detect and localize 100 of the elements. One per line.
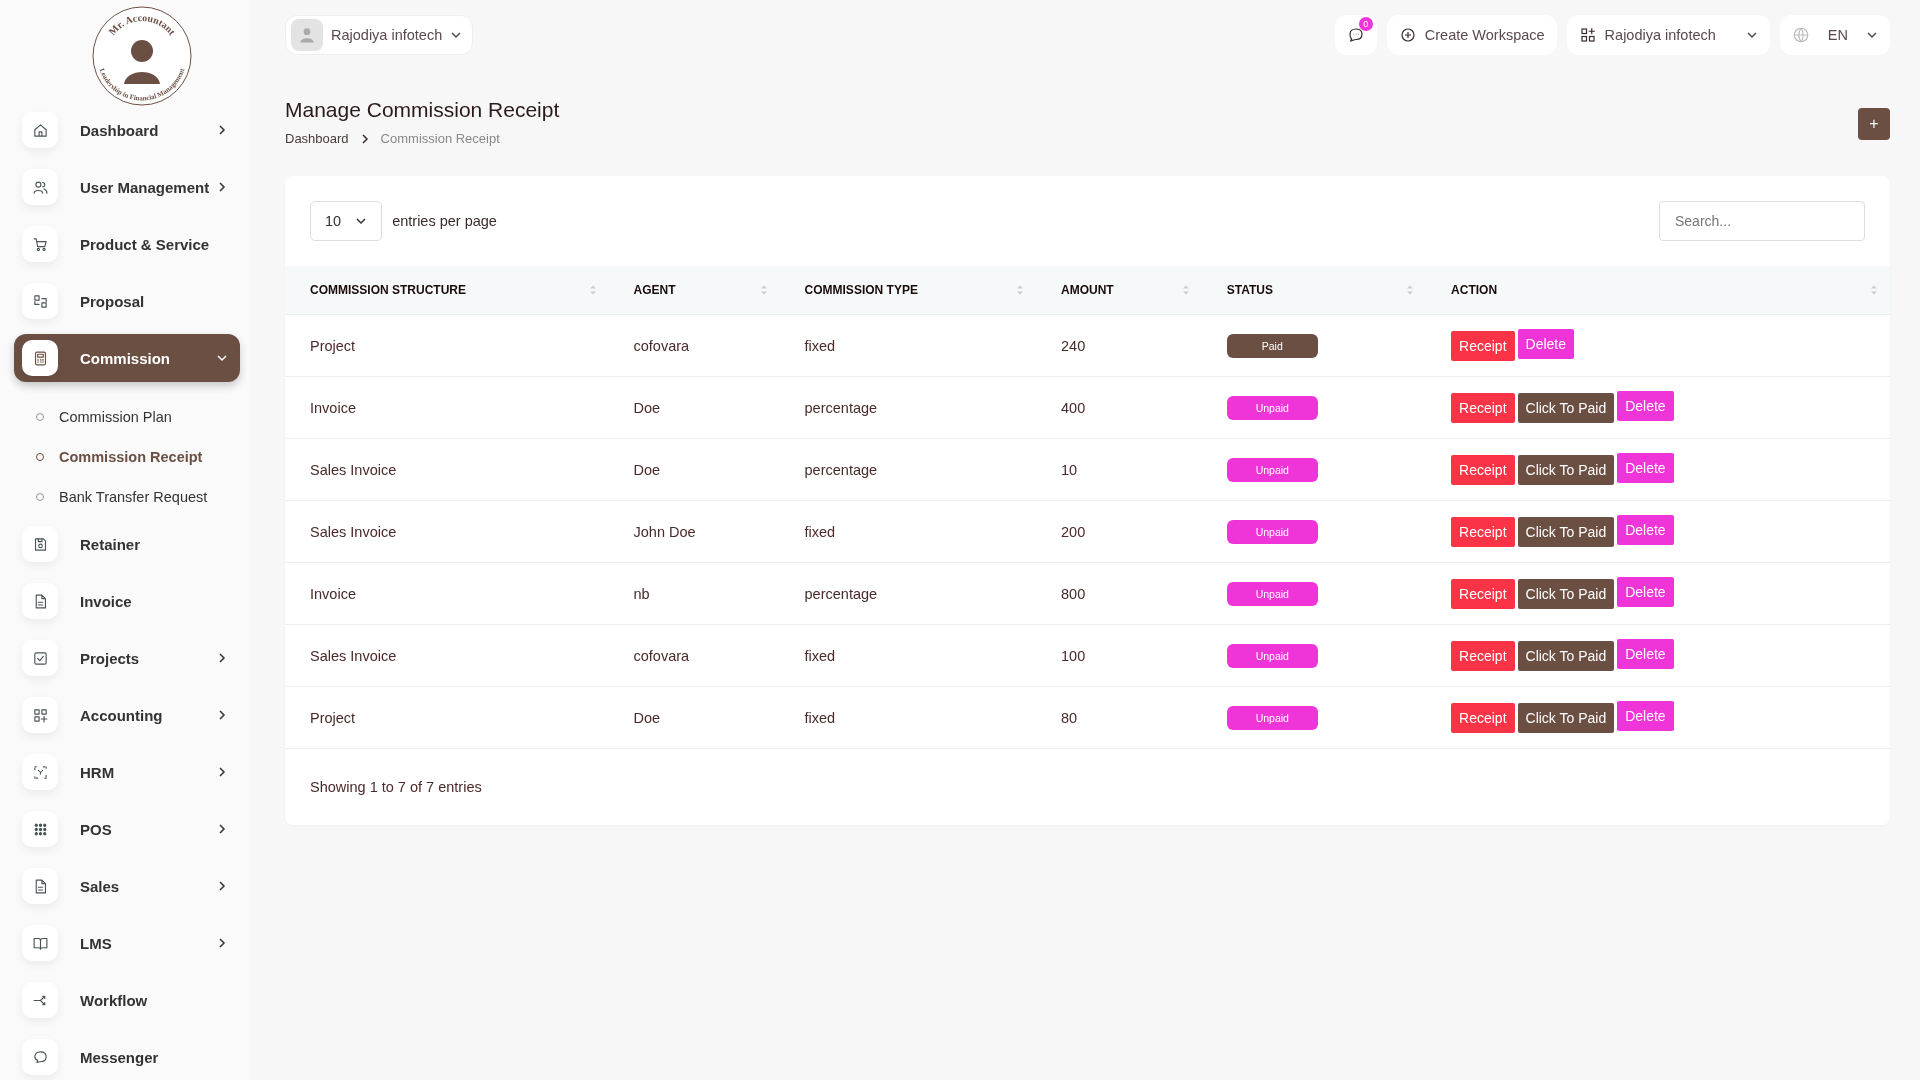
column-header[interactable]: AGENT [633,283,676,297]
page-size-select[interactable]: 10 [310,201,383,241]
receipt-button[interactable]: Receipt [1451,330,1515,361]
table-cell: 240 [1061,337,1086,354]
status-tag: Unpaid [1226,519,1318,544]
pay-button[interactable]: Click To Paid [1517,454,1615,485]
status-tag: Unpaid [1226,643,1318,668]
create-workspace-button[interactable]: Create Workspace [1386,15,1557,55]
chevron-icon [1866,29,1878,41]
sidebar-item[interactable]: Projects [14,640,240,676]
sort-icon[interactable] [1016,284,1024,296]
sidebar-item[interactable]: Workflow [14,982,240,1018]
pay-button[interactable]: Click To Paid [1517,516,1615,547]
table-cell: 80 [1061,709,1078,726]
receipt-button[interactable]: Receipt [1451,702,1515,733]
sort-icon[interactable] [1406,284,1415,296]
chat-icon [31,1048,49,1066]
chevron-icon [216,181,228,193]
sort-icon[interactable] [1870,284,1878,296]
plus-circle-icon [1398,26,1417,44]
chevron-icon [450,29,463,41]
column-header[interactable]: COMMISSION TYPE [804,283,918,297]
pay-button[interactable]: Click To Paid [1517,392,1615,423]
column-header[interactable]: AMOUNT [1061,283,1114,297]
sidebar-item[interactable]: POS [14,811,240,847]
sidebar-item[interactable]: Invoice [14,583,240,619]
home-icon [31,121,49,139]
column-header[interactable]: COMMISSION STRUCTURE [310,283,466,297]
chevron-icon [216,124,228,136]
sort-icon[interactable] [1181,284,1190,296]
pay-button[interactable]: Click To Paid [1517,702,1615,733]
receipt-button[interactable]: Receipt [1451,454,1515,485]
chevron-icon [216,652,228,664]
table-cell: 400 [1061,399,1086,416]
status-tag: Unpaid [1226,457,1318,482]
status-tag: Unpaid [1226,581,1318,606]
user-menu[interactable]: Rajodiya infotech [285,15,474,55]
chevron-icon [216,823,228,835]
workspace-menu[interactable]: Rajodiya infotech [1566,15,1770,55]
table-cell: nb [633,585,650,602]
receipt-button[interactable]: Receipt [1451,392,1515,423]
sidebar-item[interactable]: Dashboard [14,112,240,148]
table-cell: John Doe [633,523,696,540]
status-tag: Paid [1226,333,1318,358]
table-cell: Project [310,337,356,354]
sidebar-item[interactable]: LMS [14,925,240,961]
sidebar-item[interactable]: Proposal [14,283,240,319]
breadcrumb-link[interactable]: Dashboard [285,131,349,146]
table-cell: 200 [1061,523,1086,540]
globe-icon [1791,26,1810,44]
table-cell: Sales Invoice [310,647,397,664]
swap-icon [31,292,49,310]
chevron-icon [216,766,228,778]
chevron-icon [216,709,228,721]
table-cell: percentage [804,461,878,478]
chevron-icon [216,352,228,364]
table-cell: Invoice [310,399,356,416]
receipt-button[interactable]: Receipt [1451,578,1515,609]
sidebar-item[interactable]: HRM [14,754,240,790]
sidebar-item[interactable]: Messenger [14,1039,240,1075]
table-cell: cofovara [633,337,690,354]
table-cell: Doe [633,461,661,478]
pay-button[interactable]: Click To Paid [1517,640,1615,671]
search-field[interactable]: Search... [1659,201,1865,241]
chevron-icon [216,880,228,892]
table-cell: 100 [1061,647,1086,664]
table-cell: fixed [804,709,836,726]
receipt-button[interactable]: Receipt [1451,640,1515,671]
receipt-button[interactable]: Receipt [1451,516,1515,547]
table-cell: fixed [804,647,836,664]
message-count-badge: 0 [1358,17,1373,31]
page-title: Manage Commission Receipt [285,98,560,122]
column-header[interactable]: STATUS [1226,283,1273,297]
sort-icon[interactable] [759,284,768,296]
table-cell: Sales Invoice [310,461,397,478]
submenu-item[interactable]: Commission Plan [36,409,240,425]
chevron-icon [216,937,228,949]
sort-icon[interactable] [588,284,597,296]
column-header[interactable]: ACTION [1451,283,1498,297]
submenu-item[interactable]: Bank Transfer Request [36,489,240,505]
table-cell: percentage [804,399,878,416]
breadcrumb-current: Commission Receipt [380,131,500,146]
sidebar-item[interactable]: Product & Service [14,226,240,262]
sidebar-item[interactable]: User Management [14,169,240,205]
table-cell: fixed [804,337,836,354]
table-cell: Doe [633,399,661,416]
submenu-item[interactable]: Commission Receipt [36,449,240,465]
sidebar-item[interactable]: Commission [14,334,240,382]
add-button[interactable]: + [1858,108,1890,140]
table-cell: Project [310,709,356,726]
pay-button[interactable]: Click To Paid [1517,578,1615,609]
chevron-icon [355,215,368,227]
table-cell: Doe [633,709,661,726]
sidebar-item[interactable]: Retainer [14,526,240,562]
checkbox-icon [31,649,49,667]
table-cell: Sales Invoice [310,523,397,540]
sidebar-item[interactable]: Sales [14,868,240,904]
language-menu[interactable]: EN [1779,15,1890,55]
table-cell: percentage [804,585,878,602]
sidebar-item[interactable]: Accounting [14,697,240,733]
